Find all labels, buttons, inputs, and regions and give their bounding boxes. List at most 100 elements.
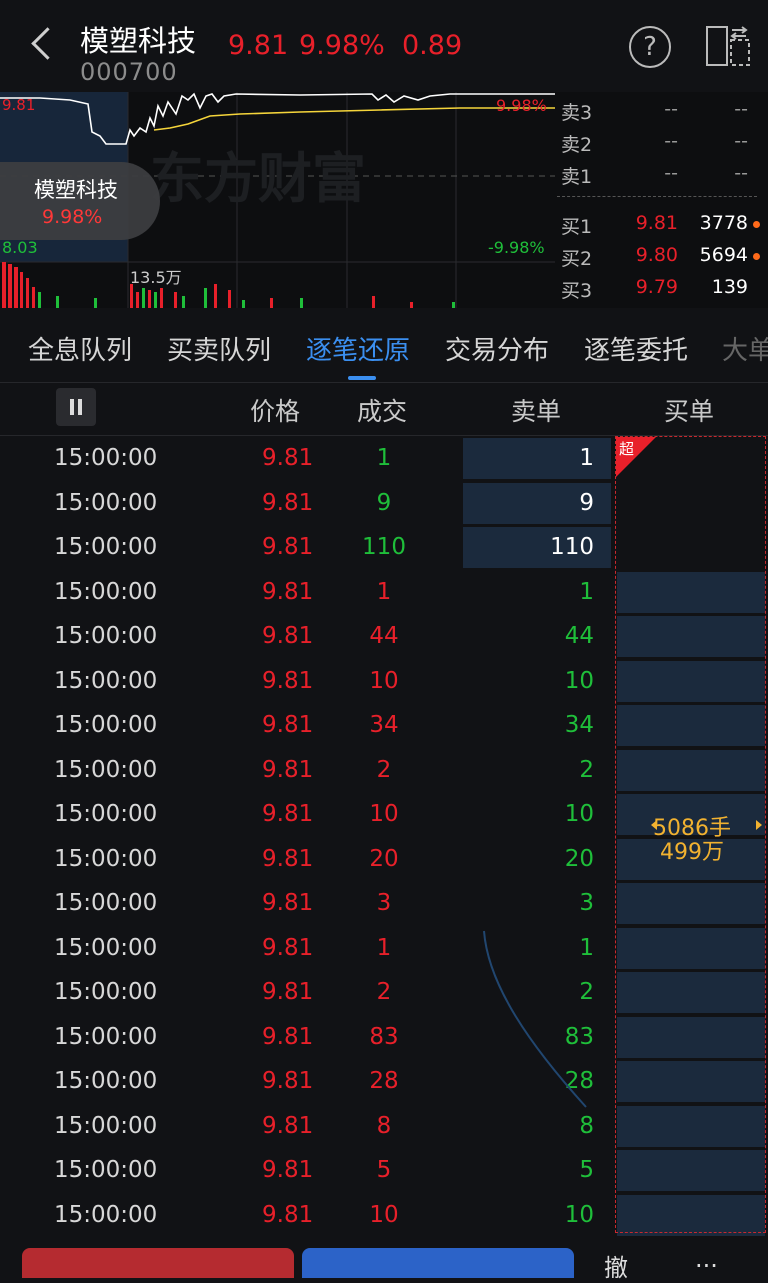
tab-full-queue[interactable]: 全息队列 <box>28 330 132 367</box>
sell-order-volume: 20 <box>564 845 594 872</box>
ob-label: 买1 <box>561 216 593 238</box>
sell-order-volume: 5 <box>579 1157 594 1183</box>
stock-code: 000700 <box>80 58 178 86</box>
ob-price: 9.81 <box>635 212 678 234</box>
tab-trade-distribution[interactable]: 交易分布 <box>445 330 549 367</box>
trade-row[interactable]: 15:00:00 9.81 110 110 <box>0 525 612 570</box>
buy-order-amount: 499万 <box>660 840 724 865</box>
trade-row[interactable]: 15:00:00 9.81 5 5 <box>0 1148 612 1193</box>
pause-icon[interactable] <box>56 388 96 426</box>
tab-bar: 全息队列 买卖队列 逐笔还原 交易分布 逐笔委托 大单 <box>0 308 768 383</box>
trade-time: 15:00:00 <box>54 1068 158 1094</box>
tab-bid-ask-queue[interactable]: 买卖队列 <box>167 330 271 367</box>
trade-price: 9.81 <box>262 890 314 916</box>
ask-3-row: 卖3 -- -- <box>555 98 768 128</box>
sell-order-volume: 110 <box>550 534 594 560</box>
sell-order-volume: 1 <box>579 445 594 471</box>
trade-time: 15:00:00 <box>54 1112 158 1139</box>
col-buy: 买单 <box>664 397 715 426</box>
trade-volume: 44 <box>369 623 399 649</box>
order-book: 卖3 -- -- 卖2 -- -- 卖1 -- -- 买1 9.81 3778 … <box>555 92 768 308</box>
sell-order-volume: 2 <box>579 756 594 783</box>
sell-order-volume: 9 <box>579 489 594 516</box>
trade-volume: 1 <box>376 445 392 471</box>
trade-price: 9.81 <box>262 756 314 783</box>
trade-time: 15:00:00 <box>54 667 158 694</box>
trade-price: 9.81 <box>262 712 314 738</box>
chart-high-pct: 9.98% <box>496 96 547 115</box>
more-icon[interactable]: ... <box>695 1245 718 1273</box>
trade-time: 15:00:00 <box>54 1201 158 1228</box>
trade-time: 15:00:00 <box>54 1023 158 1050</box>
cancel-order-button[interactable]: 撤 <box>604 1248 628 1283</box>
trade-price: 9.81 <box>262 845 314 872</box>
ob-label: 买3 <box>561 280 593 302</box>
trade-price: 9.81 <box>262 667 314 694</box>
trade-row[interactable]: 15:00:00 9.81 20 20 <box>0 837 612 882</box>
tab-large-orders[interactable]: 大单 <box>722 330 768 367</box>
ob-volume: 3778 <box>699 212 748 234</box>
trade-price: 9.81 <box>262 1201 314 1228</box>
trade-row[interactable]: 15:00:00 9.81 9 9 <box>0 481 612 526</box>
trade-volume: 5 <box>376 1157 392 1183</box>
ob-volume: -- <box>734 162 748 184</box>
ob-price: -- <box>664 98 678 120</box>
back-icon[interactable] <box>22 22 62 70</box>
trade-time: 15:00:00 <box>54 934 158 961</box>
ob-price: -- <box>664 130 678 152</box>
trade-price: 9.81 <box>262 1023 314 1050</box>
watermark: 东方财富 <box>150 147 366 210</box>
tab-indicator <box>348 376 376 380</box>
trade-volume: 20 <box>369 845 399 872</box>
trade-price: 9.81 <box>262 445 314 471</box>
sell-order-volume: 1 <box>579 578 594 605</box>
trade-time: 15:00:00 <box>54 845 158 872</box>
ob-price: 9.80 <box>635 244 678 266</box>
sell-order-volume: 10 <box>564 1201 594 1228</box>
trade-time: 15:00:00 <box>54 979 158 1005</box>
trade-time: 15:00:00 <box>54 534 158 560</box>
trade-row[interactable]: 15:00:00 9.81 1 1 <box>0 436 612 481</box>
col-sell: 卖单 <box>511 397 562 426</box>
tab-tick-orders[interactable]: 逐笔委托 <box>584 330 688 367</box>
stock-name: 模塑科技 <box>80 24 197 58</box>
dot-icon <box>753 253 760 260</box>
trade-volume: 9 <box>376 489 392 516</box>
trade-row[interactable]: 15:00:00 9.81 34 34 <box>0 703 612 748</box>
trade-time: 15:00:00 <box>54 890 158 916</box>
ob-label: 卖2 <box>561 134 593 156</box>
ask-2-row: 卖2 -- -- <box>555 130 768 160</box>
current-price: 9.81 <box>228 30 289 61</box>
trade-price: 9.81 <box>262 1112 314 1139</box>
sell-order-volume: 3 <box>579 890 594 916</box>
trade-row[interactable]: 15:00:00 9.81 2 2 <box>0 748 612 793</box>
trade-row[interactable]: 15:00:00 9.81 44 44 <box>0 614 612 659</box>
sell-order-volume: 10 <box>564 801 594 827</box>
sell-order-volume: 8 <box>579 1112 594 1139</box>
trade-row[interactable]: 15:00:00 9.81 10 10 <box>0 792 612 837</box>
trade-price: 9.81 <box>262 1068 314 1094</box>
trade-time: 15:00:00 <box>54 1157 158 1183</box>
layout-switch-icon[interactable] <box>706 26 750 66</box>
trade-price: 9.81 <box>262 979 314 1005</box>
ob-volume: -- <box>734 98 748 120</box>
buy-button[interactable] <box>22 1248 294 1278</box>
trade-price: 9.81 <box>262 534 314 560</box>
ob-volume: 5694 <box>699 244 748 266</box>
trade-row[interactable]: 15:00:00 9.81 3 3 <box>0 881 612 926</box>
ob-label: 买2 <box>561 248 593 270</box>
help-icon[interactable]: ? <box>629 26 671 68</box>
trade-row[interactable]: 15:00:00 9.81 10 10 <box>0 659 612 704</box>
trade-volume: 10 <box>369 667 399 694</box>
super-tag-label: 超 <box>619 440 635 458</box>
trade-time: 15:00:00 <box>54 756 158 783</box>
chart-high-price: 9.81 <box>2 96 36 114</box>
ask-1-row: 卖1 -- -- <box>555 162 768 192</box>
tab-tick-restore[interactable]: 逐笔还原 <box>306 330 410 367</box>
trade-row[interactable]: 15:00:00 9.81 1 1 <box>0 570 612 615</box>
trade-row[interactable]: 15:00:00 9.81 10 10 <box>0 1193 612 1238</box>
sell-order-volume: 10 <box>564 667 594 694</box>
sell-button[interactable] <box>302 1248 574 1278</box>
trade-volume: 10 <box>369 801 399 827</box>
trade-volume: 1 <box>376 578 392 605</box>
